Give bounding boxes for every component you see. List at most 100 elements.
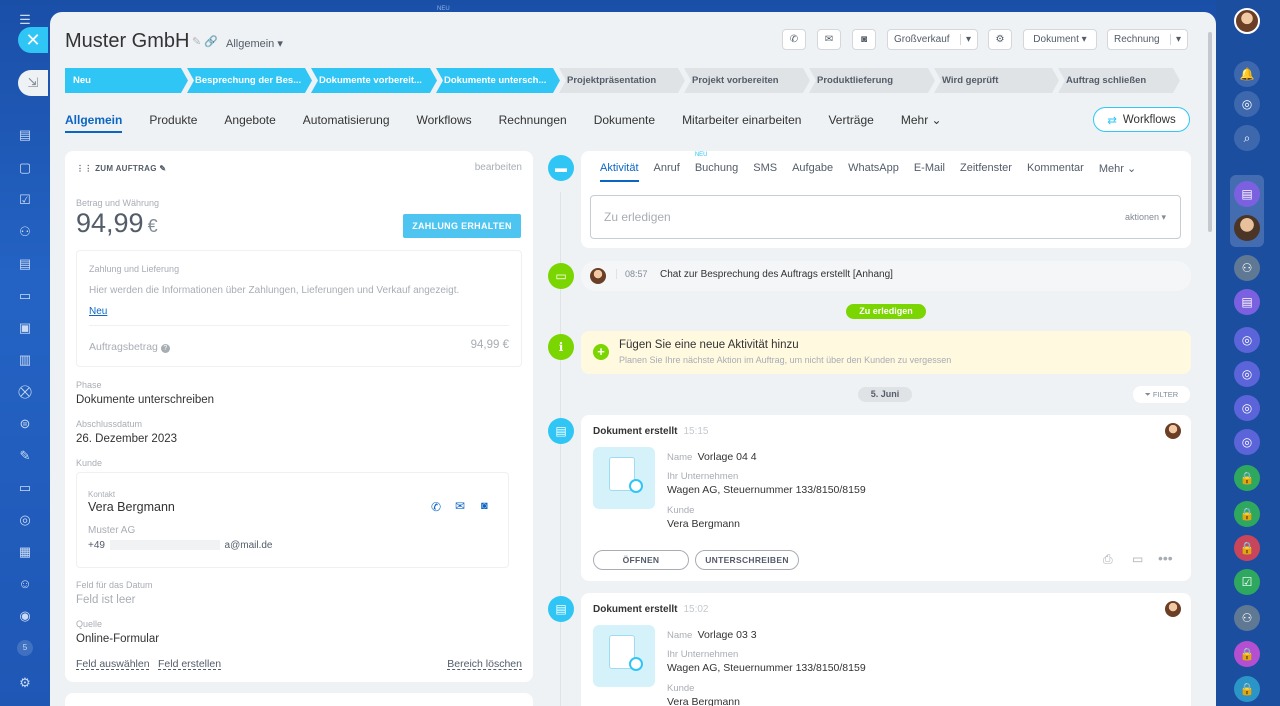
feed-icon[interactable]: ▤ [17,127,33,143]
stage-8[interactable]: Wird geprüft [934,68,1059,93]
channel-icon[interactable]: ◎ [1234,429,1260,455]
workflows-button[interactable]: ⇄ Workflows [1093,107,1190,132]
stage-6[interactable]: Projekt vorbereiten [684,68,810,93]
tab-workflows[interactable]: Workflows [417,109,472,133]
channel-icon[interactable]: ◎ [1234,361,1260,387]
card-icon[interactable]: ▭ [17,480,33,496]
chat-list-icon[interactable]: ▤ [1234,181,1260,207]
target-icon[interactable]: ◉ [17,608,33,624]
payment-new-link[interactable]: Neu [89,306,107,317]
group-avatar[interactable]: ⚇ [1234,255,1260,281]
stage-9[interactable]: Auftrag schließen [1058,68,1180,93]
stage-4[interactable]: Dokumente untersch... [436,68,560,93]
stage-7[interactable]: Produktlieferung [809,68,935,93]
tab-verträge[interactable]: Verträge [828,109,873,133]
task-icon[interactable]: ☑ [1234,569,1260,595]
docs-icon[interactable]: ▤ [17,256,33,272]
document-preview-icon[interactable] [593,447,655,509]
user-avatar[interactable] [1234,8,1260,34]
phone-icon[interactable]: ✆ [782,29,806,50]
more-icon[interactable]: ••• [1158,550,1173,566]
search-icon[interactable]: ⌕ [1234,125,1260,151]
lock-icon[interactable]: 🔒 [1234,535,1260,561]
edit-link[interactable]: bearbeiten [475,162,522,173]
category-select[interactable]: Allgemein ▾ [226,37,283,50]
contact-avatar[interactable] [1234,215,1260,241]
channel-icon[interactable]: ◎ [1234,395,1260,421]
stage-3[interactable]: Dokumente vorbereit... [311,68,437,93]
scrollbar[interactable] [1208,32,1212,232]
bell-icon[interactable]: 🔔 [1234,61,1260,87]
todo-input[interactable]: Zu erledigen aktionen ▾ [590,195,1181,239]
robot-icon[interactable]: ☺ [17,576,33,592]
chat-created-item[interactable]: 08:57 Chat zur Besprechung des Auftrags … [581,261,1191,291]
sign-button[interactable]: UNTERSCHREIBEN [695,550,799,570]
close-slider-button[interactable]: ✕ [18,27,48,53]
activity-tab-anruf[interactable]: Anruf [654,162,680,182]
open-button[interactable]: ÖFFNEN [593,550,689,570]
rechnung-button[interactable]: Rechnung ▾ [1107,29,1188,50]
activity-tab-aktivität[interactable]: Aktivität [600,162,639,182]
tab-dokumente[interactable]: Dokumente [594,109,655,133]
document-preview-icon[interactable] [593,625,655,687]
contacts-icon[interactable]: ⚇ [17,224,33,240]
phase-value[interactable]: Dokumente unterschreiben [76,394,214,406]
todo-actions[interactable]: aktionen ▾ [1125,212,1166,223]
gear-icon[interactable]: ⚙ [988,29,1012,50]
lock-icon[interactable]: 🔒 [1234,641,1260,667]
pulse-icon[interactable]: ◎ [1234,91,1260,117]
sites-icon[interactable]: ▣ [17,320,33,336]
group-avatar[interactable]: ⚇ [1234,605,1260,631]
settings-icon[interactable]: ⚙ [17,675,33,691]
lock-icon[interactable]: 🔒 [1234,501,1260,527]
badge-count[interactable]: 5 [17,640,33,656]
select-field-link[interactable]: Feld auswählen [76,658,150,670]
note-icon[interactable]: ▭ [1132,552,1143,566]
activity-tab-kommentar[interactable]: Kommentar [1027,162,1084,182]
sign-icon[interactable]: ✎ [17,448,33,464]
tab-allgemein[interactable]: Allgemein [65,109,123,133]
activity-tab-aufgabe[interactable]: Aufgabe [792,162,833,182]
tab-produkte[interactable]: Produkte [149,109,197,133]
email-icon[interactable]: ✉ [455,499,465,513]
store-icon[interactable]: ◎ [17,512,33,528]
add-activity-hint[interactable]: + Fügen Sie eine neue Aktivität hinzu Pl… [581,331,1191,374]
message-icon[interactable]: ◙ [481,500,488,512]
activity-tab-whatsapp[interactable]: WhatsApp [848,162,899,182]
lock-icon[interactable]: 🔒 [1234,465,1260,491]
contact-phone[interactable]: +49 [88,540,105,551]
activity-tab-zeitfenster[interactable]: Zeitfenster [960,162,1012,182]
help-icon[interactable]: ? [160,344,170,353]
lock-icon[interactable]: 🔒 [1234,676,1260,702]
analytics-icon[interactable]: ▥ [17,352,33,368]
chat-icon[interactable]: ◙ [852,29,876,50]
chat-list-icon[interactable]: ▤ [1234,289,1260,315]
menu-icon[interactable]: ☰ [17,12,33,28]
tab-automatisierung[interactable]: Automatisierung [303,109,390,133]
contact-email[interactable]: a@mail.de [225,540,273,551]
calendar-icon[interactable]: ▦ [17,544,33,560]
chat-icon[interactable]: ▢ [17,160,33,176]
date-field-value[interactable]: Feld ist leer [76,594,135,606]
tab-mitarbeiter-einarbeiten[interactable]: Mitarbeiter einarbeiten [682,109,801,133]
activity-tab-mehr[interactable]: Mehr ⌄ [1099,162,1136,182]
activity-tab-sms[interactable]: SMS [753,162,777,182]
tasks-icon[interactable]: ☑ [17,192,33,208]
minimize-slider-button[interactable]: ⇲ [18,70,48,96]
filter-button[interactable]: ⏷ FILTER [1133,386,1190,403]
activity-tab-e-mail[interactable]: E-Mail [914,162,945,182]
plus-icon[interactable]: + [593,344,609,360]
channel-icon[interactable]: ◎ [1234,327,1260,353]
crm-icon[interactable]: ▭ [17,288,33,304]
delete-section-link[interactable]: Bereich löschen [447,658,522,670]
stage-5[interactable]: Projektpräsentation [559,68,685,93]
tab-angebote[interactable]: Angebote [224,109,275,133]
activity-tab-buchung[interactable]: NEU Buchung [695,152,738,182]
contact-name[interactable]: Vera Bergmann [88,500,175,514]
close-date-value[interactable]: 26. Dezember 2023 [76,433,177,445]
dokument-button[interactable]: Dokument ▾ [1023,29,1097,50]
print-icon[interactable]: ⎙ [1103,552,1113,567]
grossverkauf-button[interactable]: Großverkauf ▾ [887,29,978,50]
edit-title-icon[interactable]: ✎ 🔗 [192,35,218,48]
create-field-link[interactable]: Feld erstellen [158,658,221,670]
